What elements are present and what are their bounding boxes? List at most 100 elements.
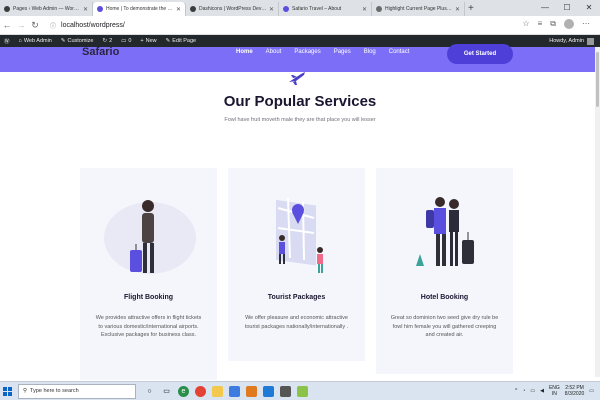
pencil-icon: ✎: [165, 38, 171, 44]
comments-count: 0: [128, 38, 132, 44]
wordpress-favicon-icon: [4, 6, 10, 12]
card-title: Hotel Booking: [420, 294, 469, 301]
menu-item-pages[interactable]: Pages: [334, 49, 351, 55]
browser-tab[interactable]: Dashicons | WordPress Develope ✕: [186, 2, 279, 16]
task-switch-icon[interactable]: ▭: [161, 386, 172, 397]
store-icon[interactable]: [229, 385, 240, 397]
tab-title: Highlight Current Page Plus Tuto: [385, 6, 453, 12]
new-label: New: [145, 38, 157, 44]
card-text: Great so dominion two seed give dry rule…: [390, 315, 499, 339]
avatar[interactable]: [564, 19, 574, 31]
battery-icon[interactable]: ▭: [530, 388, 535, 394]
close-tab-icon[interactable]: ✕: [269, 6, 274, 13]
plus-icon: +: [140, 38, 144, 44]
app-icon-2[interactable]: [280, 385, 291, 397]
browser-tab[interactable]: Safario Travel – About ✕: [279, 2, 372, 16]
language-indicator[interactable]: ENG IN: [549, 385, 560, 397]
window-controls: — ☐ ✕: [534, 0, 600, 16]
site-favicon-icon: [97, 6, 103, 12]
start-button[interactable]: [0, 382, 14, 401]
wp-customize-link[interactable]: ✎ Customize: [61, 38, 94, 44]
network-icon[interactable]: ◔: [522, 388, 525, 394]
airplane-icon: [289, 72, 305, 85]
browser-tab-strip: Pages ‹ Web Admin — WordPress ✕ Home | T…: [0, 0, 600, 16]
wp-comments-link[interactable]: ▭ 0: [121, 38, 131, 44]
url-text: localhost/wordpress/: [61, 21, 125, 29]
maximize-icon[interactable]: ☐: [556, 0, 578, 16]
menu-item-packages[interactable]: Packages: [294, 49, 320, 55]
paint-icon[interactable]: [297, 385, 308, 397]
browser-tab[interactable]: Highlight Current Page Plus Tuto ✕: [372, 2, 465, 16]
card-title: Flight Booking: [124, 294, 173, 301]
clock[interactable]: 2:52 PM 8/3/2020: [565, 385, 584, 398]
howdy-label: Howdy, Admin: [549, 38, 584, 44]
page-scrollbar[interactable]: [595, 47, 600, 377]
edge-browser-icon[interactable]: e: [178, 385, 189, 397]
windows-taskbar: ⚲ Type here to search ○ ▭ e ^ ◔ ▭ ◀ ENG I…: [0, 381, 600, 400]
scrollbar-thumb[interactable]: [596, 52, 599, 107]
wp-new-link[interactable]: + New: [140, 38, 156, 44]
hotel-booking-illustration: [416, 197, 474, 266]
new-tab-icon[interactable]: +: [468, 2, 474, 16]
more-menu-icon[interactable]: ⋯: [582, 19, 590, 31]
search-icon: ⚲: [23, 388, 28, 394]
close-tab-icon[interactable]: ✕: [83, 6, 88, 13]
tourist-packages-illustration: [276, 197, 323, 273]
main-menu: Home About Packages Pages Blog Contact: [236, 49, 409, 55]
reading-list-icon[interactable]: ≡: [538, 19, 543, 31]
menu-item-blog[interactable]: Blog: [364, 49, 376, 55]
url-field[interactable]: ⓘ localhost/wordpress/: [50, 21, 522, 30]
customize-label: Customize: [67, 38, 94, 44]
edit-label: Edit Page: [172, 38, 197, 44]
notifications-icon[interactable]: ▭: [589, 388, 594, 394]
chevron-up-icon[interactable]: ^: [515, 388, 517, 394]
close-window-icon[interactable]: ✕: [578, 0, 600, 16]
tab-title: Safario Travel – About: [292, 6, 342, 12]
home-icon: ⌂: [18, 38, 22, 44]
info-icon[interactable]: ⓘ: [50, 21, 56, 30]
taskbar-search[interactable]: ⚲ Type here to search: [18, 383, 136, 399]
service-card-flight: Flight Booking We provides attractive of…: [80, 168, 217, 380]
section-title: Our Popular Services: [223, 93, 377, 110]
volume-icon[interactable]: ◀: [540, 388, 544, 394]
app-icon[interactable]: [246, 385, 257, 397]
windows-logo-icon: [2, 386, 12, 396]
service-card-hotel: Hotel Booking Great so dominion two seed…: [376, 168, 513, 374]
updates-icon: ↻: [102, 38, 108, 44]
browser-tab-active[interactable]: Home | To demonstrate the cus ✕: [93, 2, 186, 16]
close-tab-icon[interactable]: ✕: [362, 6, 367, 13]
section-subtitle: Fowl have fruit moveth male they are tha…: [224, 117, 376, 123]
site-logo[interactable]: Safario: [82, 46, 119, 58]
wp-edit-page-link[interactable]: ✎ Edit Page: [166, 38, 196, 44]
browser-tab[interactable]: Pages ‹ Web Admin — WordPress ✕: [0, 2, 93, 16]
vscode-icon[interactable]: [263, 385, 274, 397]
wp-site-link[interactable]: ⌂ Web Admin: [19, 38, 52, 44]
wp-account-menu[interactable]: Howdy, Admin: [549, 37, 594, 45]
get-started-button[interactable]: Get Started: [447, 44, 513, 64]
collections-icon[interactable]: ⧉: [550, 19, 556, 31]
reload-icon[interactable]: ↻: [28, 20, 42, 31]
task-view-icon[interactable]: ○: [144, 386, 155, 397]
service-card-tourist: Tourist Packages We offer pleasure and e…: [228, 168, 365, 361]
back-icon[interactable]: ←: [0, 20, 14, 30]
search-placeholder: Type here to search: [30, 388, 79, 394]
wp-updates-link[interactable]: ↻ 2: [102, 38, 112, 44]
menu-item-about[interactable]: About: [266, 49, 282, 55]
wp-logo-icon[interactable]: Ⓦ: [4, 37, 10, 45]
minimize-icon[interactable]: —: [534, 0, 556, 16]
avatar: [587, 37, 594, 45]
tab-title: Home | To demonstrate the cus: [106, 6, 174, 12]
menu-item-home[interactable]: Home: [236, 49, 253, 55]
forward-icon[interactable]: →: [14, 20, 28, 30]
menu-item-contact[interactable]: Contact: [389, 49, 410, 55]
close-tab-icon[interactable]: ✕: [455, 6, 460, 13]
star-icon[interactable]: ☆: [522, 19, 529, 31]
chrome-icon[interactable]: [195, 385, 206, 397]
site-favicon-icon: [283, 6, 289, 12]
tab-title: Pages ‹ Web Admin — WordPress: [13, 6, 81, 12]
comment-icon: ▭: [121, 38, 127, 44]
address-bar-row: ← → ↻ ⓘ localhost/wordpress/ ☆ ≡ ⧉ ⋯: [0, 16, 600, 35]
brush-icon: ✎: [60, 38, 66, 44]
close-tab-icon[interactable]: ✕: [176, 6, 181, 13]
file-explorer-icon[interactable]: [212, 385, 223, 397]
